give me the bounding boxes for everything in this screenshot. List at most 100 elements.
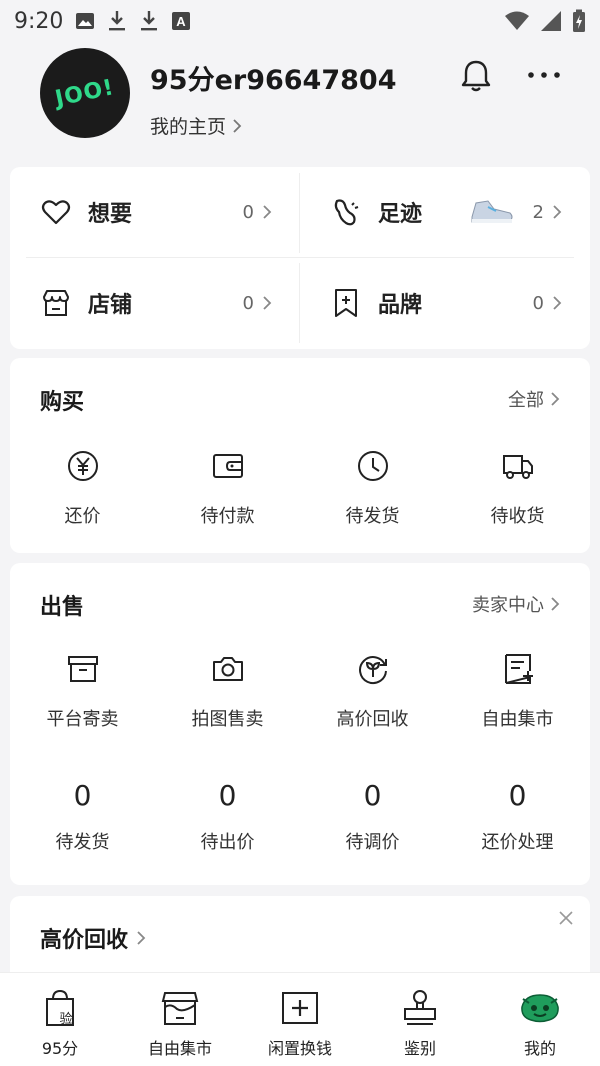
camera-icon [212,657,243,681]
archive-box-icon [67,656,98,682]
doc-plus-icon [504,654,533,684]
fav-count: 0 [243,293,272,314]
sell-item-free-market[interactable]: 自由集市 [445,651,590,731]
bottom-tab-bar: 验 95分 自由集市 闲置换钱 鉴别 我的 [0,972,600,1066]
buy-item-pending-shipment[interactable]: 待发货 [300,448,445,528]
tab-sell-idle[interactable]: 闲置换钱 [240,973,360,1066]
username: 95分er96647804 [150,65,397,96]
tab-label: 我的 [523,1039,556,1058]
fav-label: 品牌 [378,293,423,318]
download-icon [109,11,126,31]
fav-count: 2 [533,202,562,223]
chevron-right-icon [137,931,146,945]
fav-label: 足迹 [378,202,423,227]
fav-item-want[interactable]: 想要 0 [10,167,300,257]
stat-label: 待发货 [55,832,110,853]
signal-icon [541,11,561,31]
yuan-circle-icon [67,451,98,481]
stat-label: 待出价 [200,832,255,853]
chevron-right-icon [263,296,272,310]
market-stall-icon [161,992,199,1025]
avatar[interactable]: JOO! [40,48,130,138]
mascot-icon [521,994,559,1023]
fav-count: 0 [533,293,562,314]
fav-item-store[interactable]: 店铺 0 [10,258,300,348]
recycle-title-link[interactable]: 高价回收 [40,922,146,954]
section-title: 出售 [40,595,85,620]
stat-label: 还价处理 [481,832,554,853]
stat-value: 0 [508,779,527,812]
stat-label: 待调价 [345,832,400,853]
sell-label: 自由集市 [481,709,554,730]
fav-label: 想要 [88,202,133,227]
sell-label: 平台寄卖 [46,709,119,730]
tab-free-market[interactable]: 自由集市 [120,973,240,1066]
profile-header: JOO! 95分er96647804 我的主页 [0,42,600,162]
chevron-right-icon [553,205,562,219]
truck-icon [502,455,533,479]
stamp-icon [404,990,436,1025]
download-icon [141,11,158,31]
sell-item-photo-sale[interactable]: 拍图售卖 [155,651,300,731]
fav-label: 店铺 [88,293,133,318]
buy-all-link[interactable]: 全部 [508,386,560,412]
tab-me[interactable]: 我的 [480,973,600,1066]
wifi-icon [505,11,529,30]
sell-stat-pending-bid[interactable]: 0 待出价 [155,779,300,854]
chevron-right-icon [553,296,562,310]
fav-item-footprint[interactable]: 足迹 2 [300,167,590,257]
shopping-bag-verify-icon: 验 [46,989,74,1027]
seller-center-link[interactable]: 卖家中心 [472,591,560,617]
bookmark-plus-icon [335,289,357,317]
status-time: 9:20 [14,8,64,34]
homepage-link[interactable]: 我的主页 [150,112,242,139]
close-icon[interactable] [558,910,574,926]
chevron-right-icon [233,118,242,133]
chevron-right-icon [263,205,272,219]
recycle-icon [358,656,387,685]
image-icon [76,13,95,29]
text-a-icon: A [172,12,191,30]
buy-item-counteroffer[interactable]: 还价 [10,448,155,528]
buy-label: 待付款 [200,506,255,527]
buy-item-pending-receipt[interactable]: 待收货 [445,448,590,528]
footprint-icon [334,199,359,226]
buy-card: 购买 全部 还价 待付款 待发货 待收货 [10,358,590,553]
stat-value: 0 [363,779,382,812]
sell-stat-pending-shipment[interactable]: 0 待发货 [10,779,155,854]
tab-authenticate[interactable]: 鉴别 [360,973,480,1066]
tab-label: 95分 [41,1039,79,1058]
heart-icon [41,200,71,225]
sell-stat-counteroffer[interactable]: 0 还价处理 [445,779,590,854]
svg-text:验: 验 [59,1011,72,1027]
store-icon [43,290,69,316]
sell-label: 高价回收 [336,709,409,730]
sell-item-recycle[interactable]: 高价回收 [300,651,445,731]
buy-item-pending-payment[interactable]: 待付款 [155,448,300,528]
wallet-icon [212,454,243,478]
homepage-label: 我的主页 [150,116,227,138]
clock-icon [357,451,388,481]
buy-label: 待收货 [490,506,545,527]
plus-box-icon [282,992,318,1024]
fav-count: 0 [243,202,272,223]
chevron-right-icon [551,392,560,406]
tab-95fen[interactable]: 验 95分 [0,973,120,1066]
more-icon[interactable] [524,60,564,90]
favorites-card: 想要 0 足迹 2 店铺 0 品牌 0 [10,167,590,349]
sneaker-thumbnail [471,200,513,223]
sell-item-consignment[interactable]: 平台寄卖 [10,651,155,731]
tab-label: 自由集市 [147,1039,212,1058]
sell-label: 拍图售卖 [191,709,264,730]
stat-value: 0 [218,779,237,812]
tab-label: 鉴别 [403,1039,436,1058]
sell-card: 出售 卖家中心 平台寄卖 拍图售卖 高价回收 自由集市 0 待发货 0 待出价 … [10,563,590,885]
bell-icon[interactable] [458,58,494,94]
chevron-right-icon [551,597,560,611]
battery-charging-icon [573,9,585,32]
fav-item-brand[interactable]: 品牌 0 [300,258,590,348]
sell-stat-pending-adjust[interactable]: 0 待调价 [300,779,445,854]
section-title: 购买 [40,390,85,415]
buy-label: 待发货 [345,506,400,527]
avatar-logo: JOO! [53,74,117,112]
